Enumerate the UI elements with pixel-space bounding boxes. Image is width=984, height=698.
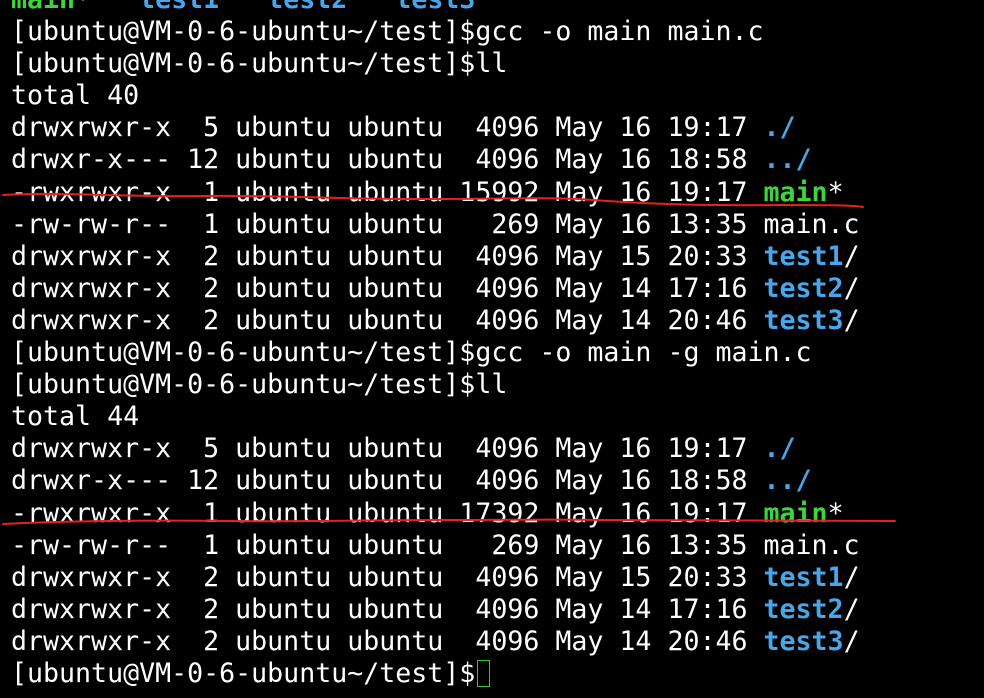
terminal-line: -rwxrwxr-x 1 ubuntu ubuntu 15992 May 16 … xyxy=(11,177,860,209)
line-text: drwxrwxr-x 5 ubuntu ubuntu 4096 May 16 1… xyxy=(11,112,764,144)
line-text: drwxrwxr-x 2 ubuntu ubuntu 4096 May 14 1… xyxy=(11,593,764,625)
line-text: drwxr-x--- 12 ubuntu ubuntu 4096 May 16 … xyxy=(11,465,764,497)
terminal-line: drwxrwxr-x 2 ubuntu ubuntu 4096 May 14 2… xyxy=(11,305,860,337)
line-text: total 44 xyxy=(11,401,140,433)
terminal-cursor[interactable] xyxy=(477,659,491,687)
directory-name: test3 xyxy=(763,625,844,657)
terminal-line: [ubuntu@VM-0-6-ubuntu~/test]$ll xyxy=(11,48,860,80)
executable-name: main xyxy=(763,497,828,529)
line-text: [ubuntu@VM-0-6-ubuntu~/test]$gcc -o main… xyxy=(11,337,812,369)
directory-name: test2 xyxy=(763,593,844,625)
terminal-line: [ubuntu@VM-0-6-ubuntu~/test]$gcc -o main… xyxy=(11,16,860,48)
directory-name: ../ xyxy=(763,144,812,176)
terminal-line: drwxr-x--- 12 ubuntu ubuntu 4096 May 16 … xyxy=(11,465,860,497)
line-text: drwxrwxr-x 2 ubuntu ubuntu 4096 May 14 2… xyxy=(11,304,764,336)
line-text: drwxrwxr-x 2 ubuntu ubuntu 4096 May 14 1… xyxy=(11,272,764,304)
terminal-line: main* test1 test2 test3 xyxy=(11,0,860,16)
line-text: [ubuntu@VM-0-6-ubuntu~/test]$gcc -o main… xyxy=(11,16,764,48)
terminal-line: [ubuntu@VM-0-6-ubuntu~/test]$ll xyxy=(11,369,860,401)
terminal-output: main* test1 test2 test3[ubuntu@VM-0-6-ub… xyxy=(11,0,860,690)
line-text: * xyxy=(827,497,844,529)
line-text: / xyxy=(843,593,860,625)
terminal-line: [ubuntu@VM-0-6-ubuntu~/test]$ xyxy=(11,658,860,690)
line-text: -rwxrwxr-x 1 ubuntu ubuntu 15992 May 16 … xyxy=(11,176,764,208)
terminal-line: -rwxrwxr-x 1 ubuntu ubuntu 17392 May 16 … xyxy=(11,498,860,530)
line-text: total 40 xyxy=(11,80,140,112)
terminal-line: total 44 xyxy=(11,401,860,433)
terminal-line: [ubuntu@VM-0-6-ubuntu~/test]$gcc -o main… xyxy=(11,337,860,369)
line-text: [ubuntu@VM-0-6-ubuntu~/test]$ll xyxy=(11,48,508,80)
directory-name: test1 xyxy=(139,0,219,15)
directory-name: test2 xyxy=(267,0,347,15)
terminal-line: -rw-rw-r-- 1 ubuntu ubuntu 269 May 16 13… xyxy=(11,530,860,562)
line-text: -rw-rw-r-- 1 ubuntu ubuntu 269 May 16 13… xyxy=(11,529,860,561)
terminal-line: drwxrwxr-x 2 ubuntu ubuntu 4096 May 15 2… xyxy=(11,241,860,273)
line-text: -rwxrwxr-x 1 ubuntu ubuntu 17392 May 16 … xyxy=(11,497,764,529)
terminal-line: drwxrwxr-x 5 ubuntu ubuntu 4096 May 16 1… xyxy=(11,112,860,144)
line-text: * xyxy=(75,0,139,15)
directory-name: test3 xyxy=(395,0,475,15)
line-text: / xyxy=(843,304,860,336)
terminal-line: drwxr-x--- 12 ubuntu ubuntu 4096 May 16 … xyxy=(11,144,860,176)
terminal-line: drwxrwxr-x 2 ubuntu ubuntu 4096 May 14 1… xyxy=(11,594,860,626)
line-text: [ubuntu@VM-0-6-ubuntu~/test]$ xyxy=(11,657,476,689)
line-text: -rw-rw-r-- 1 ubuntu ubuntu 269 May 16 13… xyxy=(11,208,860,240)
line-text: / xyxy=(843,625,860,657)
line-text: drwxrwxr-x 2 ubuntu ubuntu 4096 May 15 2… xyxy=(11,561,764,593)
line-text: / xyxy=(843,240,860,272)
line-text: * xyxy=(827,176,844,208)
terminal-line: total 40 xyxy=(11,80,860,112)
line-text: / xyxy=(843,272,860,304)
terminal-line: drwxrwxr-x 2 ubuntu ubuntu 4096 May 15 2… xyxy=(11,562,860,594)
terminal-line: drwxrwxr-x 5 ubuntu ubuntu 4096 May 16 1… xyxy=(11,433,860,465)
terminal-line: -rw-rw-r-- 1 ubuntu ubuntu 269 May 16 13… xyxy=(11,209,860,241)
directory-name: test2 xyxy=(763,272,844,304)
line-text: [ubuntu@VM-0-6-ubuntu~/test]$ll xyxy=(11,369,508,401)
directory-name: ./ xyxy=(763,112,796,144)
line-text: drwxr-x--- 12 ubuntu ubuntu 4096 May 16 … xyxy=(11,144,764,176)
directory-name: ./ xyxy=(763,433,796,465)
directory-name: ../ xyxy=(763,465,812,497)
terminal-line: drwxrwxr-x 2 ubuntu ubuntu 4096 May 14 2… xyxy=(11,626,860,658)
directory-name: test1 xyxy=(763,561,844,593)
line-text xyxy=(347,0,395,15)
line-text: drwxrwxr-x 2 ubuntu ubuntu 4096 May 14 2… xyxy=(11,625,764,657)
line-text: drwxrwxr-x 2 ubuntu ubuntu 4096 May 15 2… xyxy=(11,240,764,272)
line-text xyxy=(219,0,267,15)
line-text: / xyxy=(843,561,860,593)
directory-name: test1 xyxy=(763,240,844,272)
terminal-window[interactable]: main* test1 test2 test3[ubuntu@VM-0-6-ub… xyxy=(0,0,984,698)
terminal-line: drwxrwxr-x 2 ubuntu ubuntu 4096 May 14 1… xyxy=(11,273,860,305)
directory-name: test3 xyxy=(763,304,844,336)
executable-name: main xyxy=(11,0,75,15)
line-text: drwxrwxr-x 5 ubuntu ubuntu 4096 May 16 1… xyxy=(11,433,764,465)
executable-name: main xyxy=(763,176,828,208)
